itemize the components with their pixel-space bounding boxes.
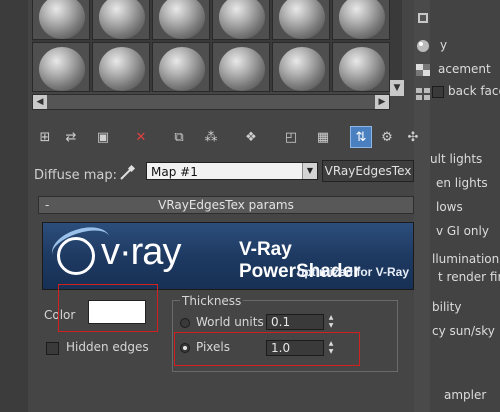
sample-sphere bbox=[279, 0, 325, 39]
sample-slot[interactable] bbox=[332, 42, 390, 92]
world-units-label: World units bbox=[196, 315, 264, 329]
sample-slot[interactable] bbox=[152, 42, 210, 92]
sample-sphere bbox=[219, 0, 265, 39]
go-forward-icon[interactable]: ✣ bbox=[402, 126, 424, 148]
rp-checkbox[interactable] bbox=[432, 86, 444, 98]
scroll-left-button[interactable]: ◀ bbox=[33, 95, 47, 109]
vray-logo-banner: v·ray V-Ray PowerShader optimized for V-… bbox=[42, 222, 414, 290]
rp-text: ampler bbox=[444, 388, 487, 402]
chevron-down-icon[interactable]: ▼ bbox=[302, 163, 317, 179]
go-to-parent-icon[interactable]: ⚙ bbox=[376, 126, 398, 148]
sample-sphere bbox=[159, 47, 205, 91]
put-to-scene-icon[interactable]: ⇄ bbox=[60, 126, 82, 148]
rp-text: back face bbox=[448, 84, 500, 98]
sample-slot-grid bbox=[32, 0, 402, 92]
rp-text: y bbox=[440, 38, 448, 52]
material-toolbar: ⊞ ⇄ ▣ ✕ ⧉ ⁂ ❖ ◰ ▦ ⇅ ⚙ ✣ bbox=[30, 126, 430, 152]
scroll-right-button[interactable]: ▶ bbox=[375, 95, 389, 109]
assign-to-selection-icon[interactable]: ▣ bbox=[92, 126, 114, 148]
hidden-edges-checkbox[interactable] bbox=[46, 342, 59, 355]
world-units-field[interactable]: 0.1 bbox=[266, 314, 324, 330]
slot-horizontal-scrollbar[interactable]: ◀ ▶ bbox=[32, 94, 390, 110]
sample-sphere bbox=[159, 0, 205, 39]
sample-slot[interactable] bbox=[332, 0, 390, 40]
vray-subtitle: optimized for V-Ray bbox=[297, 265, 410, 279]
rp-text: lows bbox=[436, 200, 463, 214]
show-in-viewport-icon[interactable]: ▦ bbox=[312, 126, 334, 148]
reset-map-icon[interactable]: ✕ bbox=[130, 126, 152, 148]
sample-sphere bbox=[279, 47, 325, 91]
vray-wordmark: v·ray bbox=[101, 231, 181, 273]
rollout-title: VRayEdgesTex params bbox=[158, 198, 294, 212]
sample-slot[interactable] bbox=[212, 42, 270, 92]
get-material-icon[interactable]: ⊞ bbox=[34, 126, 56, 148]
thickness-label: Thickness bbox=[180, 294, 244, 308]
right-rollout-panel: y acement back face ult lights en lights… bbox=[430, 0, 500, 412]
rp-text: v GI only bbox=[436, 224, 489, 238]
show-end-result-icon[interactable]: ⇅ bbox=[350, 126, 372, 148]
world-units-radio[interactable] bbox=[180, 318, 190, 328]
copy-material-icon[interactable]: ⧉ bbox=[168, 126, 190, 148]
viewport-strip bbox=[0, 0, 29, 412]
rp-text: cy sun/sky bbox=[432, 324, 495, 338]
sample-slot[interactable] bbox=[272, 42, 330, 92]
slot-scroll-down-button[interactable]: ▼ bbox=[390, 80, 404, 96]
rp-text: bility bbox=[432, 300, 462, 314]
sample-slot[interactable] bbox=[152, 0, 210, 40]
sample-sphere bbox=[99, 47, 145, 91]
rp-text: acement bbox=[438, 62, 491, 76]
rp-text: en lights bbox=[436, 176, 488, 190]
make-unique-icon[interactable]: ⁂ bbox=[200, 126, 222, 148]
texture-type-button[interactable]: VRayEdgesTex bbox=[322, 160, 414, 182]
sample-sphere bbox=[99, 0, 145, 39]
sample-slot[interactable] bbox=[92, 0, 150, 40]
material-id-icon[interactable]: ◰ bbox=[280, 126, 302, 148]
map-name-combo[interactable]: Map #1 ▼ bbox=[146, 162, 318, 180]
sample-sphere bbox=[219, 47, 265, 91]
world-units-spinner[interactable]: ▲ ▼ bbox=[326, 314, 336, 330]
sample-slot[interactable] bbox=[272, 0, 330, 40]
eyedropper-icon[interactable] bbox=[118, 164, 136, 182]
sample-slot[interactable] bbox=[32, 0, 90, 40]
vray-circle-icon bbox=[57, 237, 95, 275]
highlight-box-color bbox=[58, 284, 158, 332]
sample-slot[interactable] bbox=[32, 42, 90, 92]
sample-slot[interactable] bbox=[212, 0, 270, 40]
sample-slot[interactable] bbox=[92, 42, 150, 92]
highlight-box-pixels bbox=[174, 332, 360, 366]
sample-sphere bbox=[339, 0, 385, 39]
map-name-value: Map #1 bbox=[151, 165, 198, 179]
hidden-edges-label: Hidden edges bbox=[66, 340, 149, 354]
sample-sphere bbox=[39, 47, 85, 91]
rollout-header[interactable]: - VRayEdgesTex params bbox=[38, 196, 414, 214]
sample-sphere bbox=[339, 47, 385, 91]
rp-text: llumination bbox=[432, 252, 500, 266]
rp-text: t render fir bbox=[438, 270, 500, 284]
put-to-library-icon[interactable]: ❖ bbox=[240, 126, 262, 148]
diffuse-map-label: Diffuse map: bbox=[34, 168, 117, 183]
sample-sphere bbox=[39, 0, 85, 39]
rp-text: ult lights bbox=[430, 152, 483, 166]
